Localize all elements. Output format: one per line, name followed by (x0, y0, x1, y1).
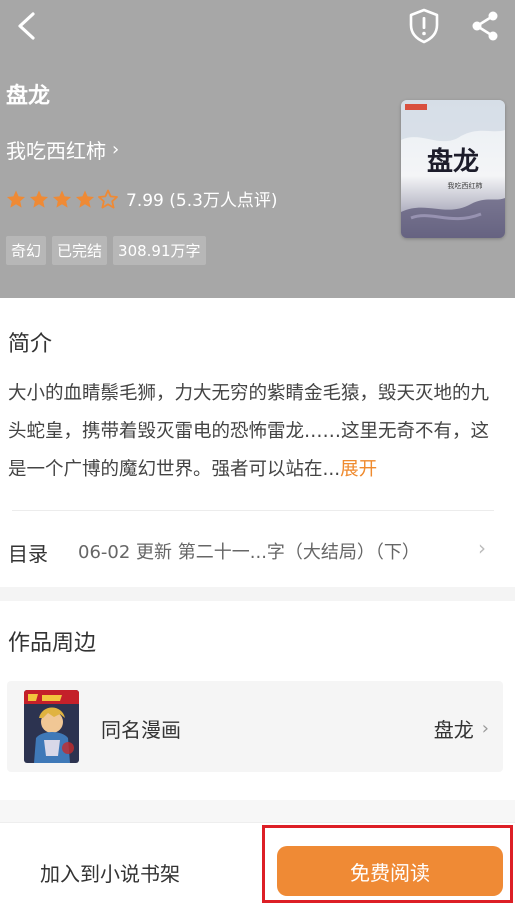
report-button[interactable] (404, 4, 444, 48)
add-to-shelf-button[interactable]: 加入到小说书架 (40, 858, 180, 887)
intro-heading: 简介 (8, 332, 53, 357)
author-name: 我吃西红柿 (6, 139, 106, 163)
rating-count: (5.3万人点评) (169, 191, 278, 211)
chevron-right-icon: › (478, 536, 486, 560)
star-outline-icon (98, 189, 118, 209)
star-filled-icon (53, 190, 71, 208)
intro-body: 大小的血睛鬃毛狮，力大无穷的紫睛金毛猿，毁天灭地的九头蛇皇，携带着毁灭雷电的恐怖… (8, 383, 490, 480)
cover-title: 盘龙 (427, 146, 479, 177)
author-link[interactable]: 我吃西红柿 › (6, 135, 119, 164)
latest-chapter: 06-02 更新 第二十一...字（大结局）（下） (78, 542, 420, 563)
top-bar (0, 0, 515, 56)
expand-link[interactable]: 展开 (340, 459, 377, 480)
book-header: 盘龙 我吃西红柿 › 7.99 (5.3万人点评) 奇幻 已完结 308.91万… (0, 0, 515, 298)
rating-score: 7.99 (5.3万人点评) (126, 191, 278, 211)
manga-cover-art (24, 690, 79, 763)
book-title: 盘龙 (6, 84, 51, 109)
related-manga-card[interactable]: 同名漫画 盘龙 › (7, 681, 503, 772)
intro-text: 大小的血睛鬃毛狮，力大无穷的紫睛金毛猿，毁天灭地的九头蛇皇，携带着毁灭雷电的恐怖… (8, 375, 506, 489)
manga-title: 盘龙 (433, 718, 474, 742)
book-cover[interactable]: 盘龙 我吃西红柿 (401, 100, 505, 238)
cover-art: 盘龙 我吃西红柿 (401, 100, 505, 238)
section-separator (0, 587, 515, 601)
table-of-contents-row[interactable]: 目录 06-02 更新 第二十一...字（大结局）（下） › (0, 512, 515, 586)
tag-list: 奇幻 已完结 308.91万字 (6, 236, 206, 265)
star-filled-icon (7, 190, 25, 208)
works-heading: 作品周边 (8, 631, 97, 656)
manga-title-link: 盘龙 › (434, 714, 489, 743)
manga-thumbnail (24, 690, 79, 763)
tag-word-count: 308.91万字 (113, 236, 206, 265)
star-filled-icon (76, 190, 94, 208)
star-rating (6, 189, 118, 209)
share-button[interactable] (464, 6, 506, 46)
star-filled-icon (30, 190, 48, 208)
cover-author: 我吃西红柿 (448, 181, 483, 190)
tag-status: 已完结 (52, 236, 108, 265)
toc-label: 目录 (8, 542, 48, 566)
share-icon (472, 11, 498, 41)
back-button[interactable] (4, 6, 48, 46)
chevron-right-icon: › (481, 718, 489, 739)
section-separator (0, 800, 515, 822)
divider (12, 510, 494, 511)
rating-row: 7.99 (5.3万人点评) (6, 186, 278, 211)
free-read-button[interactable]: 免费阅读 (277, 846, 503, 896)
manga-label: 同名漫画 (101, 718, 181, 742)
back-arrow-icon (18, 12, 35, 40)
tag-genre: 奇幻 (6, 236, 47, 265)
chevron-right-icon: › (112, 139, 120, 160)
bottom-action-bar: 加入到小说书架 免费阅读 (0, 822, 515, 906)
shield-alert-icon (409, 8, 439, 44)
